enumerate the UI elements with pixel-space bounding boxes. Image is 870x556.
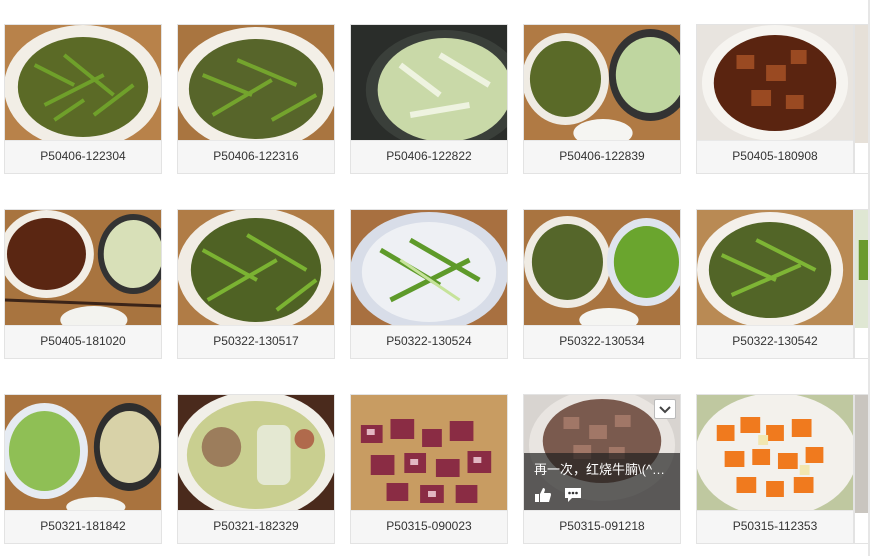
thumbs-up-icon [535, 488, 551, 502]
photo-tile[interactable]: P50406-122839 [523, 24, 681, 174]
photo-tile[interactable]: P50322-130534 [523, 209, 681, 359]
photo-thumbnail[interactable] [5, 395, 161, 513]
photo-tile[interactable]: P50406-122822 [350, 24, 508, 174]
photo-caption: P50322-130534 [524, 325, 680, 358]
photo-caption: P50406-122822 [351, 140, 507, 173]
photo-tile[interactable]: P50322-130517 [177, 209, 335, 359]
photo-menu-button[interactable] [654, 399, 676, 419]
photo-thumbnail[interactable] [524, 210, 680, 328]
photo-tile[interactable]: P50315-090023 [350, 394, 508, 544]
photo-caption: P50405-180908 [697, 140, 853, 173]
photo-title[interactable]: 再一次，红烧牛腩\(^… [534, 459, 674, 478]
photo-caption: P50406-122304 [5, 140, 161, 173]
photo-caption: P50315-112353 [697, 510, 853, 543]
photo-tile[interactable]: P50322-130524 [350, 209, 508, 359]
photo-caption: P50322-130517 [178, 325, 334, 358]
photo-thumbnail[interactable] [697, 25, 853, 143]
photo-thumbnail[interactable] [351, 210, 507, 328]
photo-tile[interactable]: P50406-122304 [4, 24, 162, 174]
photo-thumbnail[interactable] [697, 210, 853, 328]
photo-thumbnail[interactable] [697, 395, 853, 513]
photo-tile[interactable]: P50315-112353 [696, 394, 854, 544]
photo-tile[interactable]: 再一次，红烧牛腩\(^… P50315-091218 [523, 394, 681, 544]
photo-thumbnail[interactable] [5, 25, 161, 143]
photo-tile[interactable]: P50405-181020 [4, 209, 162, 359]
chevron-down-icon [659, 406, 671, 414]
photo-caption: P50406-122839 [524, 140, 680, 173]
photo-grid: P50406-122304 P50406-122316 P50406-12282… [0, 0, 870, 556]
photo-thumbnail[interactable] [351, 25, 507, 143]
photo-caption: P50321-181842 [5, 510, 161, 543]
photo-tile[interactable]: P50405-180908 [696, 24, 854, 174]
photo-tile[interactable]: P50406-122316 [177, 24, 335, 174]
photo-caption: P50315-090023 [351, 510, 507, 543]
photo-thumbnail[interactable] [178, 25, 334, 143]
photo-tile[interactable]: P50321-181842 [4, 394, 162, 544]
photo-caption: P50322-130542 [697, 325, 853, 358]
comment-button[interactable] [564, 487, 582, 503]
photo-thumbnail[interactable] [178, 395, 334, 513]
photo-caption: P50322-130524 [351, 325, 507, 358]
photo-thumbnail[interactable] [351, 395, 507, 513]
comment-icon [565, 488, 581, 502]
photo-thumbnail[interactable] [178, 210, 334, 328]
photo-thumbnail[interactable] [524, 25, 680, 143]
like-button[interactable] [534, 487, 552, 503]
photo-caption: P50406-122316 [178, 140, 334, 173]
photo-caption: P50315-091218 [524, 510, 680, 543]
photo-caption: P50405-181020 [5, 325, 161, 358]
photo-thumbnail[interactable] [5, 210, 161, 328]
photo-tile[interactable]: P50322-130542 [696, 209, 854, 359]
photo-hover-overlay: 再一次，红烧牛腩\(^… [524, 453, 680, 513]
photo-tile[interactable]: P50321-182329 [177, 394, 335, 544]
photo-thumbnail[interactable]: 再一次，红烧牛腩\(^… [524, 395, 680, 513]
photo-caption: P50321-182329 [178, 510, 334, 543]
